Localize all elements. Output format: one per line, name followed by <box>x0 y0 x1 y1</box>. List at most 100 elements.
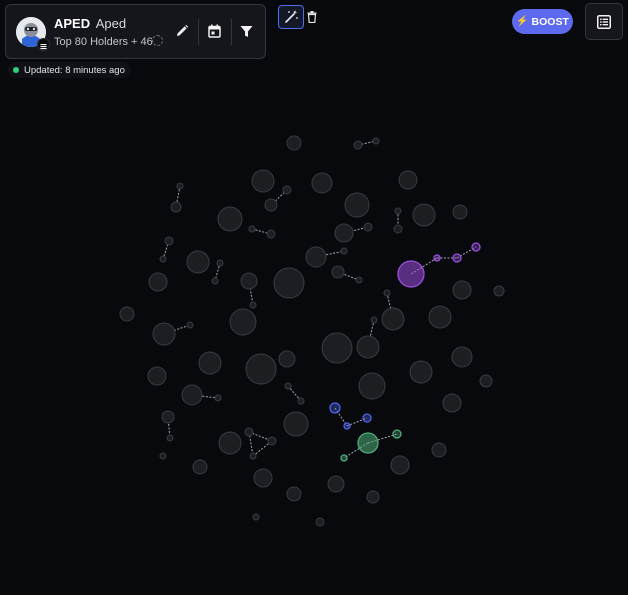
solana-chain-icon <box>37 38 50 51</box>
holder-bubble[interactable] <box>355 276 363 284</box>
holder-bubble[interactable] <box>390 455 410 475</box>
holder-bubble[interactable] <box>214 394 222 402</box>
holder-bubble[interactable] <box>451 346 473 368</box>
holder-bubble[interactable] <box>297 397 305 405</box>
holder-bubble[interactable] <box>267 436 277 446</box>
holder-bubble[interactable] <box>428 305 452 329</box>
holder-bubble[interactable] <box>479 374 493 388</box>
holder-bubble[interactable] <box>176 182 184 190</box>
holder-bubble[interactable] <box>244 427 254 437</box>
holder-bubble[interactable] <box>344 192 370 218</box>
holder-bubble[interactable] <box>433 254 441 262</box>
holder-bubble[interactable] <box>431 442 447 458</box>
holder-bubble[interactable] <box>186 321 194 329</box>
holder-bubble[interactable] <box>284 382 292 390</box>
magic-wand-button[interactable] <box>278 5 304 29</box>
holder-bubble[interactable] <box>245 353 277 385</box>
holder-bubble[interactable] <box>164 236 174 246</box>
holder-bubble[interactable] <box>152 322 176 346</box>
holder-bubble[interactable] <box>394 207 402 215</box>
holder-bubble[interactable] <box>305 246 327 268</box>
holder-bubble[interactable] <box>161 410 175 424</box>
edit-button[interactable] <box>170 19 194 43</box>
holder-bubble[interactable] <box>366 490 380 504</box>
holder-bubble[interactable] <box>393 224 403 234</box>
holder-bubble[interactable] <box>217 206 243 232</box>
holder-bubble[interactable] <box>249 452 257 460</box>
holder-bubble[interactable] <box>166 434 174 442</box>
holder-bubble[interactable] <box>186 250 210 274</box>
holder-bubble[interactable] <box>356 335 380 359</box>
holder-bubble[interactable] <box>148 272 168 292</box>
holder-bubble[interactable] <box>442 393 462 413</box>
holder-bubble[interactable] <box>329 402 341 414</box>
divider <box>231 19 232 45</box>
holder-bubble[interactable] <box>218 431 242 455</box>
holder-bubble[interactable] <box>248 225 256 233</box>
holder-bubble[interactable] <box>170 201 182 213</box>
holder-bubble[interactable] <box>311 172 333 194</box>
holder-bubble[interactable] <box>282 185 292 195</box>
holder-bubble[interactable] <box>192 459 208 475</box>
holder-bubble[interactable] <box>278 350 296 368</box>
holder-bubble[interactable] <box>452 280 472 300</box>
holder-bubble[interactable] <box>315 517 325 527</box>
holder-bubble[interactable] <box>334 223 354 243</box>
holder-bubble[interactable] <box>159 255 167 263</box>
holder-bubble[interactable] <box>273 267 305 299</box>
holder-bubble[interactable] <box>264 198 278 212</box>
trash-button[interactable] <box>304 7 320 27</box>
holder-bubble[interactable] <box>286 135 302 151</box>
holder-bubble[interactable] <box>216 259 224 267</box>
holder-bubble[interactable] <box>370 316 378 324</box>
holder-bubble[interactable] <box>392 429 402 439</box>
holder-bubble[interactable] <box>471 242 481 252</box>
holder-bubble[interactable] <box>159 452 167 460</box>
holder-bubble[interactable] <box>321 332 353 364</box>
holder-bubbles[interactable] <box>119 135 505 527</box>
holder-bubble[interactable] <box>251 169 275 193</box>
holder-bubble[interactable] <box>412 203 436 227</box>
holder-bubble[interactable] <box>331 265 345 279</box>
boost-button[interactable]: ⚡ BOOST <box>512 9 573 34</box>
holder-bubble[interactable] <box>252 513 260 521</box>
holder-bubble[interactable] <box>381 307 405 331</box>
token-card: APED Aped Top 80 Holders + 46 <box>5 4 266 59</box>
holder-bubble[interactable] <box>198 351 222 375</box>
holder-bubble[interactable] <box>283 411 309 437</box>
holder-bubble[interactable] <box>181 384 203 406</box>
holder-bubble[interactable] <box>286 486 302 502</box>
lightning-icon: ⚡ <box>516 16 529 27</box>
holder-bubble[interactable] <box>353 140 363 150</box>
holder-bubble[interactable] <box>343 422 351 430</box>
filter-button[interactable] <box>234 19 258 43</box>
holder-bubble[interactable] <box>327 475 345 493</box>
holder-bubble[interactable] <box>357 432 379 454</box>
holder-bubble[interactable] <box>452 253 462 263</box>
holder-bubble[interactable] <box>409 360 433 384</box>
holder-bubble[interactable] <box>240 272 258 290</box>
holder-bubble[interactable] <box>211 277 219 285</box>
holder-bubble[interactable] <box>266 229 276 239</box>
updated-text: Updated: 8 minutes ago <box>24 64 125 76</box>
holder-bubble[interactable] <box>398 170 418 190</box>
holder-bubble[interactable] <box>229 308 257 336</box>
holder-bubble[interactable] <box>363 222 373 232</box>
holder-bubble[interactable] <box>147 366 167 386</box>
holder-list-button[interactable] <box>585 3 623 40</box>
date-range-button[interactable] <box>202 19 226 43</box>
holder-bubble[interactable] <box>362 413 372 423</box>
holder-bubble[interactable] <box>358 372 386 400</box>
holder-bubble[interactable] <box>340 247 348 255</box>
holder-bubble[interactable] <box>372 137 380 145</box>
holder-bubble[interactable] <box>493 285 505 297</box>
holder-bubble[interactable] <box>340 454 348 462</box>
holder-bubble[interactable] <box>397 260 425 288</box>
holder-bubble[interactable] <box>249 301 257 309</box>
holder-bubble[interactable] <box>119 306 135 322</box>
holder-bubble[interactable] <box>383 289 391 297</box>
holder-bubble[interactable] <box>253 468 273 488</box>
holders-count: Top 80 Holders + 46 <box>54 36 153 48</box>
holder-bubble-map[interactable] <box>0 0 628 595</box>
holder-bubble[interactable] <box>452 204 468 220</box>
